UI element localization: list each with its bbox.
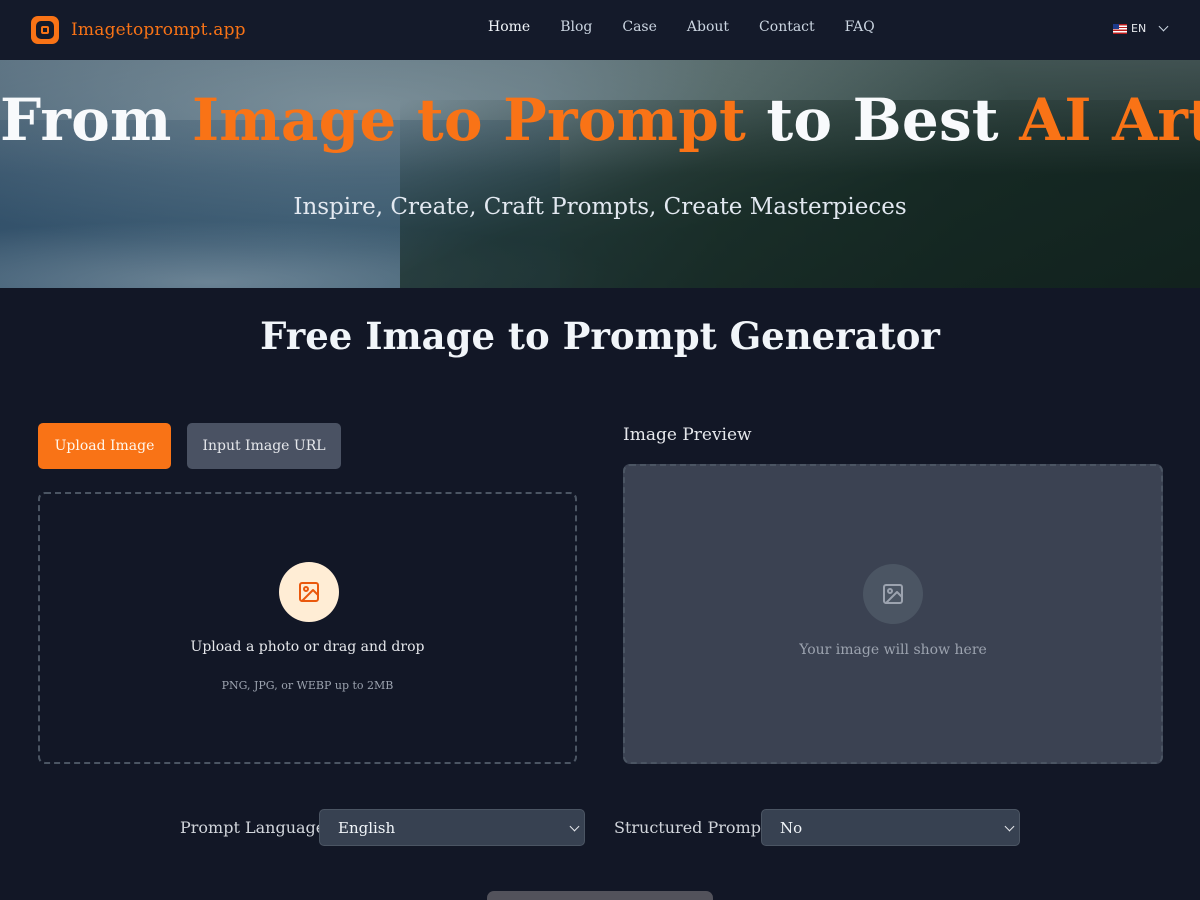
nav-links: Home Blog Case About Contact FAQ (488, 19, 905, 35)
tab-input-image-url[interactable]: Input Image URL (187, 423, 341, 469)
nav-link-blog[interactable]: Blog (560, 19, 592, 35)
structured-prompt-label: Structured Prompt (614, 818, 768, 837)
tab-upload-image[interactable]: Upload Image (38, 423, 171, 469)
generate-prompt-button[interactable] (487, 891, 713, 900)
upload-instructions: Upload a photo or drag and drop (190, 639, 425, 655)
brand[interactable]: Imagetoprompt.app (31, 16, 246, 44)
nav-link-contact[interactable]: Contact (759, 19, 815, 35)
nav-link-faq[interactable]: FAQ (845, 19, 875, 35)
prompt-language-label: Prompt Language (180, 818, 326, 837)
hero-title-part2: to Best (745, 86, 1020, 154)
hero-title-accent1: Image to Prompt (191, 86, 746, 154)
prompt-language-value: English (338, 818, 396, 837)
upload-dropzone[interactable]: Upload a photo or drag and drop PNG, JPG… (38, 492, 577, 764)
prompt-language-select[interactable]: English (319, 809, 585, 846)
structured-prompt-select[interactable]: No (761, 809, 1020, 846)
preview-placeholder: Your image will show here (799, 642, 987, 658)
nav-link-case[interactable]: Case (622, 19, 657, 35)
language-switcher[interactable]: EN (1113, 21, 1169, 35)
hero-title: From Image to Prompt to Best AI Art (0, 86, 1200, 154)
flag-us-icon (1113, 23, 1127, 34)
hero-banner: From Image to Prompt to Best AI Art Insp… (0, 60, 1200, 288)
logo-icon (31, 16, 59, 44)
chevron-down-icon (1004, 821, 1015, 832)
page-title: Free Image to Prompt Generator (260, 314, 940, 358)
chevron-down-icon (569, 821, 580, 832)
hero-title-part1: From (0, 86, 192, 154)
preview-image-icon (863, 564, 923, 624)
chevron-down-icon (1158, 21, 1169, 32)
upload-file-hint: PNG, JPG, or WEBP up to 2MB (221, 679, 394, 692)
language-code: EN (1131, 22, 1147, 35)
navbar: Imagetoprompt.app Home Blog Case About C… (0, 0, 1200, 60)
structured-prompt-value: No (780, 818, 803, 837)
hero-title-accent2: AI Art (1019, 86, 1200, 154)
nav-link-about[interactable]: About (687, 19, 729, 35)
upload-image-icon (279, 562, 339, 622)
hero-subtitle: Inspire, Create, Craft Prompts, Create M… (293, 194, 907, 220)
preview-label: Image Preview (623, 425, 752, 445)
image-preview-box: Your image will show here (623, 464, 1163, 764)
brand-name: Imagetoprompt.app (71, 20, 246, 40)
nav-link-home[interactable]: Home (488, 19, 530, 35)
